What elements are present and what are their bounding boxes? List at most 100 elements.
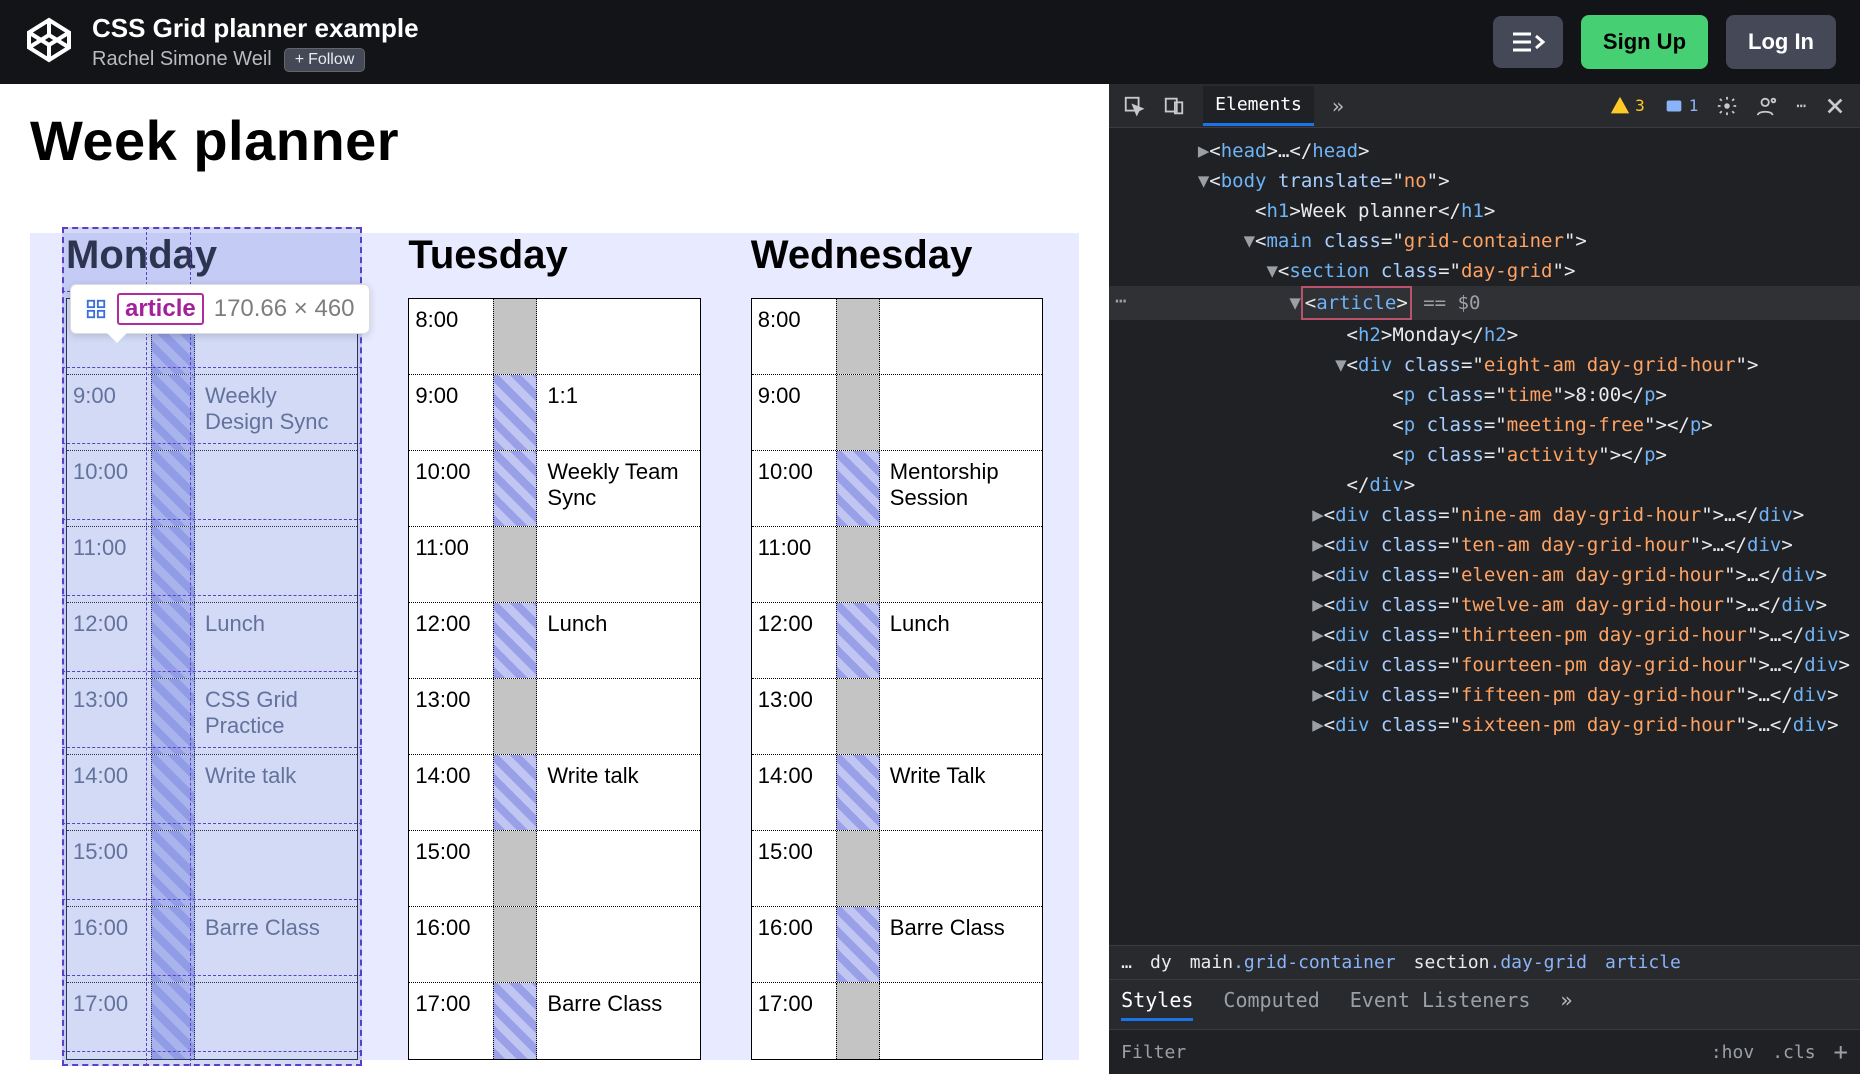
- day-column: Monday 8:009:00Weekly Design Sync10:0011:…: [66, 233, 358, 1060]
- hour-activity: [537, 831, 699, 906]
- devtools-toolbar: Elements » 3 1 ⋯: [1109, 84, 1860, 128]
- hour-time: 11:00: [67, 527, 151, 602]
- dom-node[interactable]: ▶<div class="sixteen-pm day-grid-hour">……: [1109, 710, 1860, 740]
- dom-node[interactable]: <h2>Monday</h2>: [1109, 320, 1860, 350]
- hour-time: 9:00: [67, 375, 151, 450]
- dom-node[interactable]: ▼<section class="day-grid">: [1109, 256, 1860, 286]
- breadcrumb-main[interactable]: main.grid-container: [1190, 952, 1396, 973]
- dom-node[interactable]: ▶<div class="fourteen-pm day-grid-hour">…: [1109, 650, 1860, 680]
- hour-time: 14:00: [67, 755, 151, 830]
- dom-node[interactable]: ▶<div class="thirteen-pm day-grid-hour">…: [1109, 620, 1860, 650]
- hour-time: 9:00: [752, 375, 836, 450]
- dom-tree[interactable]: ▶<head>…</head> ▼<body translate="no"> <…: [1109, 128, 1860, 945]
- settings-icon[interactable]: [1716, 95, 1738, 117]
- hour-time: 11:00: [752, 527, 836, 602]
- dom-node[interactable]: ▶<div class="ten-am day-grid-hour">…</di…: [1109, 530, 1860, 560]
- hour-row: 10:00: [67, 451, 357, 527]
- dom-node[interactable]: ▶<div class="eleven-am day-grid-hour">…<…: [1109, 560, 1860, 590]
- hour-activity: [537, 299, 699, 374]
- hour-status: [836, 679, 880, 754]
- hour-status: [836, 907, 880, 982]
- dom-node[interactable]: ▼<div class="eight-am day-grid-hour">: [1109, 350, 1860, 380]
- hour-activity: [195, 527, 357, 602]
- hour-activity: [880, 983, 1042, 1059]
- filter-input[interactable]: Filter: [1121, 1042, 1186, 1063]
- hour-time: 15:00: [409, 831, 493, 906]
- tab-computed[interactable]: Computed: [1223, 988, 1319, 1021]
- follow-button[interactable]: +Follow: [284, 48, 366, 72]
- hour-activity: [880, 527, 1042, 602]
- hour-time: 13:00: [409, 679, 493, 754]
- device-icon[interactable]: [1163, 95, 1185, 117]
- login-button[interactable]: Log In: [1726, 15, 1836, 69]
- hour-activity: Barre Class: [880, 907, 1042, 982]
- dom-node[interactable]: </div>: [1109, 470, 1860, 500]
- tabs-overflow-icon[interactable]: »: [1332, 94, 1344, 118]
- hour-row: 15:00: [752, 831, 1042, 907]
- pen-author[interactable]: Rachel Simone Weil: [92, 48, 272, 71]
- hour-status: [493, 679, 537, 754]
- hour-activity: [537, 527, 699, 602]
- dom-node[interactable]: ▶<head>…</head>: [1109, 136, 1860, 166]
- hour-row: 9:001:1: [409, 375, 699, 451]
- hour-activity: 1:1: [537, 375, 699, 450]
- dom-breadcrumb[interactable]: … dy main.grid-container section.day-gri…: [1109, 945, 1860, 979]
- more-icon[interactable]: ⋯: [1796, 96, 1806, 115]
- styles-overflow-icon[interactable]: »: [1560, 988, 1572, 1021]
- hour-status: [493, 983, 537, 1059]
- new-style-rule-icon[interactable]: +: [1834, 1038, 1848, 1066]
- dom-node[interactable]: <p class="time">8:00</p>: [1109, 380, 1860, 410]
- breadcrumb-section[interactable]: section.day-grid: [1414, 952, 1587, 973]
- hour-time: 16:00: [67, 907, 151, 982]
- dom-node[interactable]: ▶<div class="nine-am day-grid-hour">…</d…: [1109, 500, 1860, 530]
- tab-styles[interactable]: Styles: [1121, 988, 1193, 1021]
- hour-status: [151, 907, 195, 982]
- hour-time: 10:00: [67, 451, 151, 526]
- hour-activity: CSS Grid Practice: [195, 679, 357, 754]
- dom-node[interactable]: ⋯ ▼<article> == $0: [1109, 286, 1860, 320]
- hour-time: 10:00: [409, 451, 493, 526]
- hour-status: [151, 755, 195, 830]
- account-icon[interactable]: [1756, 95, 1778, 117]
- view-switch-button[interactable]: [1493, 16, 1563, 68]
- hour-row: 16:00Barre Class: [752, 907, 1042, 983]
- hour-activity: Write Talk: [880, 755, 1042, 830]
- tab-elements[interactable]: Elements: [1203, 86, 1314, 126]
- hour-time: 8:00: [752, 299, 836, 374]
- hov-toggle[interactable]: :hov: [1711, 1042, 1754, 1063]
- tab-event-listeners[interactable]: Event Listeners: [1350, 988, 1531, 1021]
- hour-activity: [195, 983, 357, 1059]
- info-badge[interactable]: 1: [1663, 95, 1699, 117]
- warning-badge[interactable]: 3: [1609, 95, 1645, 117]
- hour-row: 14:00Write talk: [67, 755, 357, 831]
- dom-node[interactable]: ▶<div class="fifteen-pm day-grid-hour">……: [1109, 680, 1860, 710]
- day-table: 8:009:00Weekly Design Sync10:0011:0012:0…: [66, 298, 358, 1060]
- hour-status: [493, 299, 537, 374]
- day-heading: Monday: [66, 233, 358, 278]
- hour-status: [836, 831, 880, 906]
- day-table: 8:009:0010:00Mentorship Session11:0012:0…: [751, 298, 1043, 1060]
- preview-pane: Week planner article 170.66 × 460 Monday…: [0, 84, 1109, 1074]
- hour-time: 10:00: [752, 451, 836, 526]
- inspect-icon[interactable]: [1123, 95, 1145, 117]
- hour-status: [836, 451, 880, 526]
- hour-row: 14:00Write Talk: [752, 755, 1042, 831]
- hour-time: 8:00: [409, 299, 493, 374]
- dom-node[interactable]: <p class="meeting-free"></p>: [1109, 410, 1860, 440]
- hour-status: [493, 907, 537, 982]
- codepen-header: CSS Grid planner example Rachel Simone W…: [0, 0, 1860, 84]
- day-column: Wednesday8:009:0010:00Mentorship Session…: [751, 233, 1043, 1060]
- hour-time: 16:00: [409, 907, 493, 982]
- hour-row: 12:00Lunch: [409, 603, 699, 679]
- dom-node[interactable]: ▼<body translate="no">: [1109, 166, 1860, 196]
- cls-toggle[interactable]: .cls: [1772, 1042, 1815, 1063]
- breadcrumb-body[interactable]: dy: [1150, 952, 1172, 973]
- dom-node[interactable]: <p class="activity"></p>: [1109, 440, 1860, 470]
- dom-node[interactable]: <h1>Week planner</h1>: [1109, 196, 1860, 226]
- signup-button[interactable]: Sign Up: [1581, 15, 1708, 69]
- close-icon[interactable]: [1824, 95, 1846, 117]
- breadcrumb-article[interactable]: article: [1605, 952, 1681, 973]
- hour-status: [493, 755, 537, 830]
- dom-node[interactable]: ▼<main class="grid-container">: [1109, 226, 1860, 256]
- dom-node[interactable]: ▶<div class="twelve-am day-grid-hour">…<…: [1109, 590, 1860, 620]
